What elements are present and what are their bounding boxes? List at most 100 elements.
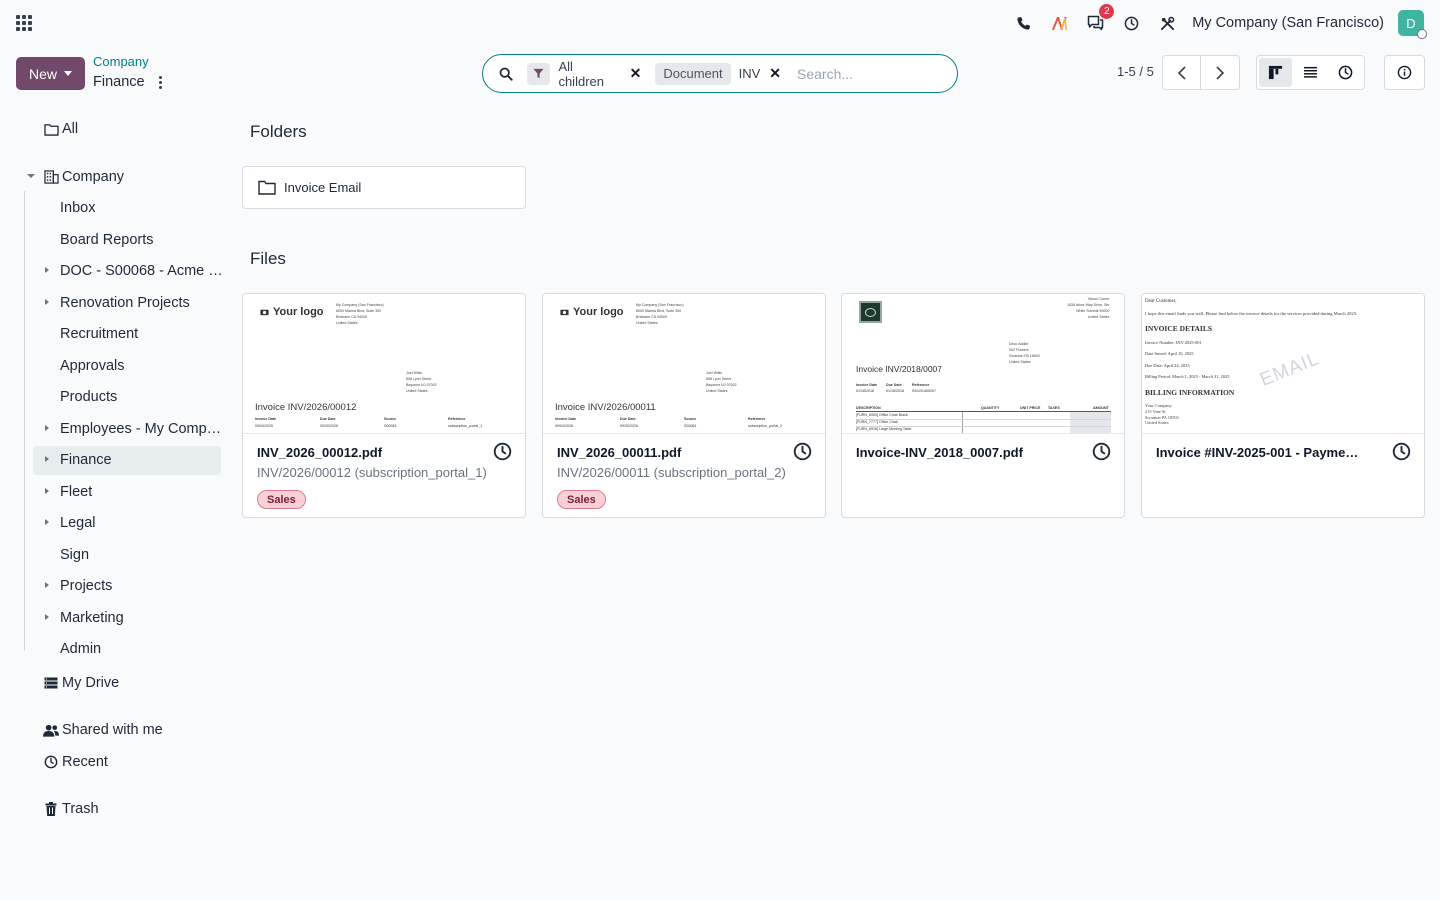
- caret-right-icon[interactable]: [45, 425, 49, 431]
- list-view-button[interactable]: [1294, 58, 1327, 87]
- sidebar-item-finance[interactable]: Finance: [60, 446, 112, 474]
- sidebar-item-inbox[interactable]: Inbox: [60, 194, 95, 222]
- preview-line: [FURN_7777] Office Chair: [856, 420, 898, 424]
- sidebar-item-my-drive[interactable]: My Drive: [43, 669, 119, 697]
- sidebar-item-label: Marketing: [60, 610, 124, 626]
- sidebar-item-products[interactable]: Products: [60, 383, 117, 411]
- sidebar-item-board-reports[interactable]: Board Reports: [60, 226, 154, 254]
- sidebar-item-legal[interactable]: Legal: [60, 509, 95, 537]
- sidebar-item-label: Board Reports: [60, 232, 154, 248]
- view-switcher: [1256, 55, 1365, 90]
- search-bar: All children ✕ Document INV ✕: [482, 54, 958, 93]
- file-name: INV_2026_00012.pdf: [257, 445, 383, 460]
- pager-next-button[interactable]: [1201, 55, 1240, 90]
- sidebar-item-marketing[interactable]: Marketing: [60, 604, 124, 632]
- preview-val: 09/04/2026: [255, 424, 273, 428]
- sidebar-item-trash-label: Trash: [62, 801, 99, 817]
- caret-right-icon[interactable]: [45, 614, 49, 620]
- sidebar-item-trash[interactable]: Trash: [43, 795, 99, 823]
- caret-right-icon[interactable]: [45, 582, 49, 588]
- remove-document-facet-icon[interactable]: ✕: [769, 65, 781, 82]
- preview-logo-text: Your logo: [273, 306, 324, 318]
- preview-th: AMOUNT: [1093, 406, 1109, 410]
- activity-clock-icon[interactable]: [493, 442, 512, 464]
- sidebar-item-renovation-projects[interactable]: Renovation Projects: [60, 289, 190, 317]
- preview-val: S00081: [684, 424, 697, 428]
- avatar-initial: D: [1406, 15, 1416, 31]
- clock-icon[interactable]: [1120, 12, 1142, 34]
- sidebar-item-company[interactable]: Company: [43, 163, 124, 191]
- sidebar-item-fleet[interactable]: Fleet: [60, 478, 92, 506]
- sidebar-item-doc-s00068[interactable]: DOC - S00068 - Acme …: [60, 257, 223, 285]
- file-card[interactable]: Your logo My Company (San Francisco) 800…: [242, 293, 526, 518]
- sidebar-item-all-label: All: [62, 121, 79, 137]
- file-card[interactable]: Your logo My Company (San Francisco) 800…: [542, 293, 826, 518]
- file-card[interactable]: Dear Customer, I hope this email finds y…: [1141, 293, 1425, 518]
- preview-heading: BILLING INFORMATION: [1145, 388, 1235, 397]
- sidebar-item-admin[interactable]: Admin: [60, 635, 101, 663]
- folder-card[interactable]: Invoice Email: [242, 166, 526, 209]
- pager-buttons: [1162, 55, 1240, 90]
- activity-view-button[interactable]: [1329, 58, 1362, 87]
- sidebar-item-approvals[interactable]: Approvals: [60, 352, 124, 380]
- sidebar-item-label: DOC - S00068 - Acme …: [60, 263, 223, 279]
- phone-icon[interactable]: [1012, 12, 1034, 34]
- sidebar-item-label: Sign: [60, 547, 90, 563]
- apps-grid-icon[interactable]: [16, 15, 32, 31]
- preview-val: subscription_portal_1: [448, 424, 483, 428]
- files-heading: Files: [250, 249, 286, 268]
- activity-clock-icon[interactable]: [1392, 442, 1411, 464]
- caret-right-icon[interactable]: [45, 299, 49, 305]
- user-avatar[interactable]: D: [1398, 10, 1427, 39]
- remove-filter-facet-icon[interactable]: ✕: [630, 65, 642, 82]
- tools-icon[interactable]: [1156, 12, 1178, 34]
- caret-right-icon[interactable]: [45, 267, 49, 273]
- preview-logo-text: Your logo: [573, 306, 624, 318]
- company-switcher[interactable]: My Company (San Francisco): [1192, 15, 1384, 31]
- search-icon[interactable]: [499, 67, 513, 81]
- preview-th: DESCRIPTION: [856, 406, 881, 410]
- preview-detail: Billing Period: March 1, 2025 - March 31…: [1145, 374, 1230, 379]
- caret-right-icon[interactable]: [45, 488, 49, 494]
- sidebar-item-projects[interactable]: Projects: [60, 572, 112, 600]
- preview-col: Reference: [748, 417, 766, 421]
- sidebar-item-recent[interactable]: Recent: [43, 748, 108, 776]
- preview-col: Invoice Date: [255, 417, 277, 421]
- breadcrumb-parent-link[interactable]: Company: [93, 53, 162, 70]
- preview-val: 09/30/2026: [620, 424, 638, 428]
- folders-heading: Folders: [250, 122, 307, 141]
- company-logo-icon: [859, 301, 882, 323]
- kanban-view-button[interactable]: [1259, 58, 1292, 87]
- sidebar-item-company-label: Company: [62, 169, 125, 185]
- preview-th: UNIT PRICE: [1020, 406, 1041, 410]
- pager-previous-button[interactable]: [1162, 55, 1201, 90]
- new-button-label: New: [28, 65, 57, 82]
- activity-clock-icon[interactable]: [1092, 442, 1111, 464]
- sidebar-item-sign[interactable]: Sign: [60, 541, 89, 569]
- preview-amount-column: [1070, 412, 1111, 433]
- file-card[interactable]: Wood Corner 1839 Arbor Way Drive, Ste Wh…: [841, 293, 1125, 518]
- file-description: INV/2026/00011 (subscription_portal_2): [557, 465, 786, 480]
- caret-right-icon[interactable]: [45, 456, 49, 462]
- sidebar-item-employees[interactable]: Employees - My Comp…: [60, 415, 221, 443]
- preview-col: Due Date: [620, 417, 636, 421]
- caret-right-icon[interactable]: [45, 519, 49, 525]
- sidebar-item-recruitment[interactable]: Recruitment: [60, 320, 138, 348]
- kebab-menu-icon[interactable]: [158, 75, 162, 89]
- presence-status-icon: [1417, 29, 1427, 39]
- new-button[interactable]: New: [16, 57, 85, 90]
- search-input[interactable]: [797, 65, 957, 82]
- ai-icon[interactable]: [1048, 12, 1070, 34]
- preview-customer-address: Joel Willis 858 Lynn Street Bayonne NJ 0…: [406, 371, 437, 393]
- sidebar-item-shared[interactable]: Shared with me: [43, 716, 163, 744]
- sidebar-item-all[interactable]: All: [43, 115, 78, 143]
- sidebar-item-label: Projects: [60, 578, 113, 594]
- pager-value[interactable]: 1-5 / 5: [1117, 64, 1154, 79]
- details-panel-button[interactable]: [1384, 55, 1425, 90]
- sidebar-item-label: Finance: [60, 452, 112, 468]
- preview-detail: Due Date: April 24, 2025: [1145, 363, 1190, 368]
- caret-down-icon[interactable]: [27, 174, 35, 178]
- messages-icon[interactable]: 2: [1084, 4, 1115, 34]
- activity-clock-icon[interactable]: [793, 442, 812, 464]
- file-preview: Your logo My Company (San Francisco) 800…: [243, 294, 525, 434]
